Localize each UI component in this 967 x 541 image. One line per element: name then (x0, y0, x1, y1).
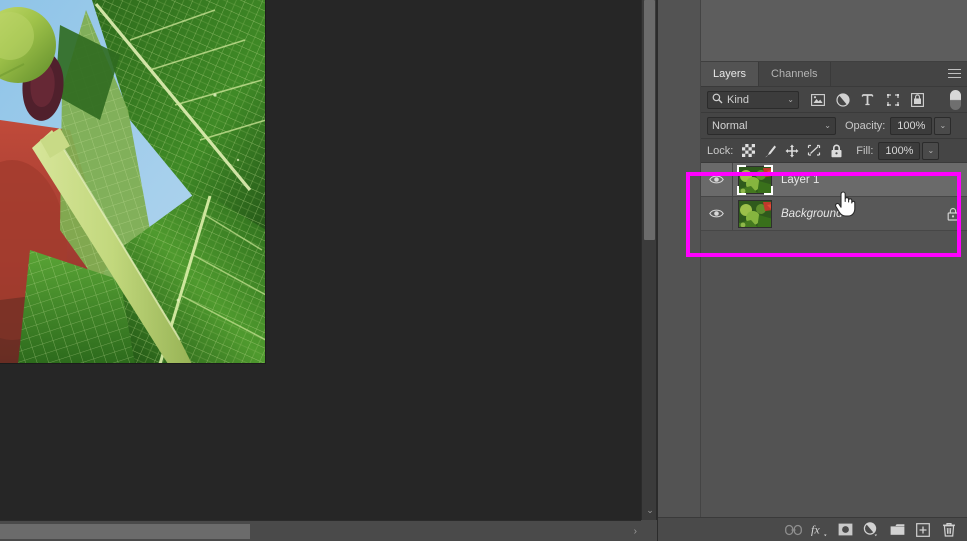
filter-type-icons (805, 89, 930, 111)
tab-channels-label: Channels (771, 68, 818, 80)
blend-mode-value: Normal (712, 119, 748, 132)
scroll-right-arrow-icon[interactable]: › (634, 521, 637, 541)
filter-enable-toggle[interactable] (950, 90, 961, 110)
scrollbar-corner (641, 520, 657, 541)
lock-icon-group (737, 141, 847, 161)
lock-artboard-nesting-icon[interactable] (803, 141, 825, 161)
layer-name[interactable]: Layer 1 (777, 174, 938, 186)
photoshop-window: ⌄ › Layers Channels Kind ⌄ Normal ⌄ Opac… (0, 0, 967, 541)
lock-transparent-pixels-icon[interactable] (737, 141, 759, 161)
layer-locked-icon (938, 197, 967, 231)
new-layer-icon[interactable] (910, 518, 936, 541)
layer-filter-row: Kind ⌄ (701, 87, 967, 113)
layer-style-fx-icon[interactable]: fx (806, 518, 832, 541)
add-layer-mask-icon[interactable] (832, 518, 858, 541)
layer-thumbnail-cell[interactable] (733, 197, 777, 231)
table-row[interactable]: Layer 1 (701, 163, 967, 197)
filter-type-layers-icon[interactable] (855, 89, 880, 111)
hamburger-menu-icon[interactable] (948, 69, 961, 80)
filter-smart-object-icon[interactable] (905, 89, 930, 111)
opacity-input[interactable]: 100% (890, 116, 933, 135)
document-image[interactable] (0, 0, 266, 364)
fill-input[interactable]: 100% (878, 141, 921, 160)
fill-chevron-icon[interactable]: ⌄ (922, 141, 940, 160)
layer-thumbnail (738, 165, 772, 194)
svg-text:fx: fx (811, 523, 820, 537)
panel-tabstrip: Layers Channels (701, 62, 967, 87)
filter-adjustment-layers-icon[interactable] (830, 89, 855, 111)
blend-opacity-row: Normal ⌄ Opacity: 100% ⌄ (701, 113, 967, 139)
layer-name[interactable]: Background (777, 208, 938, 220)
blend-mode-select[interactable]: Normal ⌄ (707, 116, 836, 135)
padlock-icon (947, 207, 959, 221)
filter-kind-label: Kind (727, 93, 750, 106)
link-layers-icon[interactable] (780, 518, 806, 541)
layer-visibility-toggle[interactable] (701, 163, 733, 197)
layer-visibility-toggle[interactable] (701, 196, 733, 231)
lock-row: Lock: Fill: 100% ⌄ (701, 139, 967, 163)
layer-thumb-image (739, 166, 771, 193)
search-icon (712, 93, 723, 107)
tab-layers-label: Layers (713, 68, 747, 80)
tab-layers[interactable]: Layers (701, 62, 760, 86)
new-group-icon[interactable] (884, 518, 910, 541)
canvas-horizontal-scrollbar[interactable]: › (0, 520, 641, 541)
canvas-vertical-scrollbar[interactable]: ⌄ (641, 0, 657, 520)
eye-icon (709, 209, 724, 218)
filter-shape-layers-icon[interactable] (880, 89, 905, 111)
fill-label: Fill: (856, 144, 874, 157)
lock-image-pixels-icon[interactable] (759, 141, 781, 161)
dock-collapse-gutter[interactable] (658, 0, 701, 541)
opacity-label: Opacity: (845, 119, 886, 132)
layer-lock-placeholder (938, 163, 967, 197)
opacity-chevron-icon[interactable]: ⌄ (934, 116, 952, 135)
document-canvas-area[interactable] (0, 0, 641, 520)
layers-panel: Layers Channels Kind ⌄ Normal ⌄ Opacity:… (701, 62, 967, 541)
horizontal-scroll-thumb[interactable] (0, 524, 250, 539)
layer-thumbnail (738, 199, 772, 228)
chevron-down-icon: ⌄ (824, 121, 831, 130)
dock-bottom-fill (658, 517, 701, 541)
lock-position-icon[interactable] (781, 141, 803, 161)
new-adjustment-layer-icon[interactable] (858, 518, 884, 541)
vertical-scroll-thumb[interactable] (644, 0, 655, 240)
delete-layer-icon[interactable] (936, 518, 962, 541)
upper-empty-panel (701, 0, 967, 62)
eye-icon (709, 175, 724, 184)
leaf-photo (0, 0, 265, 363)
lock-all-icon[interactable] (825, 141, 847, 161)
layers-list[interactable]: Layer 1 Background (701, 163, 967, 512)
table-row[interactable]: Background (701, 196, 967, 231)
filter-kind-select[interactable]: Kind ⌄ (707, 90, 799, 109)
filter-pixel-layers-icon[interactable] (805, 89, 830, 111)
layer-thumbnail-cell[interactable] (733, 163, 777, 197)
lock-label: Lock: (707, 144, 734, 157)
chevron-down-icon: ⌄ (787, 95, 794, 104)
scroll-down-arrow-icon[interactable]: ⌄ (642, 502, 658, 518)
layers-panel-bottom-toolbar: fx (701, 517, 967, 541)
right-panel-dock: Layers Channels Kind ⌄ Normal ⌄ Opacity:… (657, 0, 967, 541)
tab-channels[interactable]: Channels (759, 62, 831, 86)
layer-thumb-image (739, 200, 771, 227)
